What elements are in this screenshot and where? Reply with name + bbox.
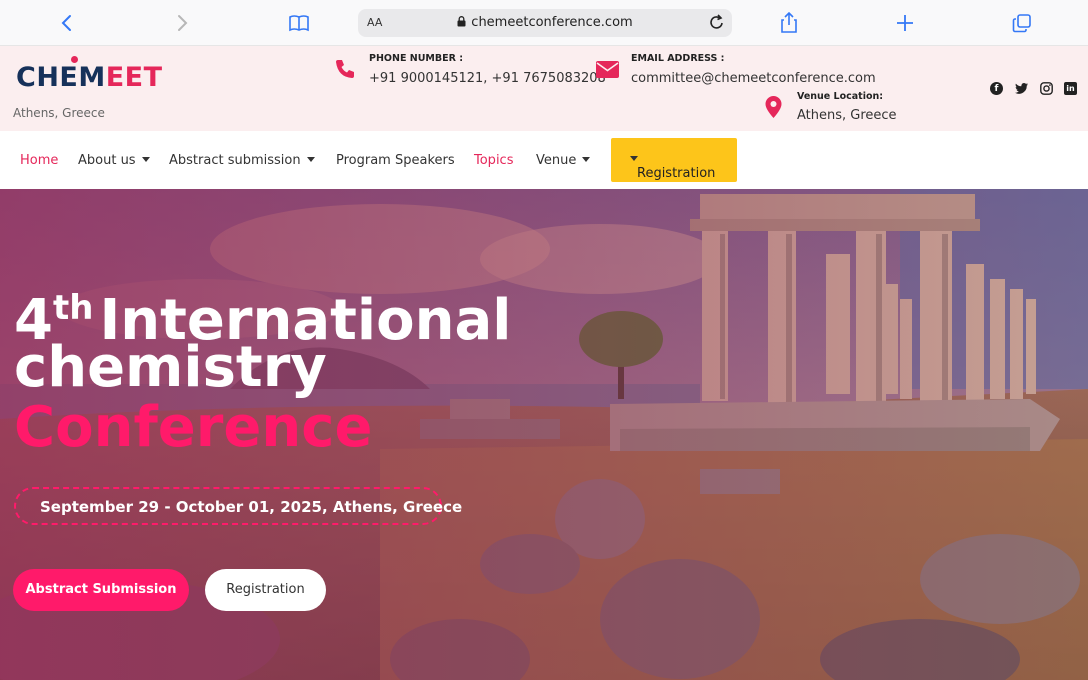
phone-label: PHONE NUMBER :: [369, 53, 464, 64]
registration-button[interactable]: Registration: [205, 569, 326, 611]
nav-item-topics[interactable]: Topics: [474, 153, 513, 168]
hero-title-line3: Conference: [14, 395, 373, 460]
nav-item-abstract-submission[interactable]: Abstract submission: [169, 153, 315, 168]
new-tab-icon[interactable]: [891, 10, 919, 36]
reload-icon[interactable]: [709, 14, 725, 35]
abstract-submission-button[interactable]: Abstract Submission: [13, 569, 189, 611]
chevron-down-icon: [306, 157, 315, 162]
tabs-icon[interactable]: [1008, 10, 1036, 36]
nav-item-program-speakers[interactable]: Program Speakers: [336, 153, 455, 168]
facebook-icon[interactable]: f: [990, 82, 1003, 95]
event-date-text: September 29 - October 01, 2025, Athens,…: [40, 498, 463, 516]
email-value[interactable]: committee@chemeetconference.com: [631, 71, 876, 86]
hero-banner: 4th International chemistry Conference Se…: [0, 189, 1088, 680]
registration-nav-button[interactable]: Registration: [611, 138, 737, 182]
nav-item-venue[interactable]: Venue: [536, 153, 591, 168]
email-icon: [596, 61, 619, 82]
nav-item-label: Venue: [536, 153, 577, 168]
linkedin-icon[interactable]: in: [1064, 82, 1077, 95]
venue-label: Venue Location:: [797, 91, 884, 102]
hero-title-line2: chemistry: [14, 335, 327, 400]
logo-text-eet: EET: [105, 62, 163, 93]
nav-item-home[interactable]: Home: [20, 153, 58, 168]
logo-dot: [71, 56, 78, 63]
email-label: EMAIL ADDRESS :: [631, 53, 725, 64]
site-header: CHEMEET Athens, Greece PHONE NUMBER : +9…: [0, 46, 1088, 131]
twitter-icon[interactable]: [1015, 82, 1028, 95]
chevron-down-icon: [630, 156, 638, 161]
lock-icon: [457, 16, 466, 31]
instagram-icon[interactable]: [1040, 82, 1053, 95]
site-logo[interactable]: CHEMEET: [16, 56, 163, 93]
back-icon[interactable]: [53, 10, 81, 36]
phone-icon: [334, 58, 356, 84]
logo-text-chem: CHEM: [16, 62, 106, 93]
logo-location: Athens, Greece: [13, 106, 105, 120]
nav-item-about-us[interactable]: About us: [78, 153, 150, 168]
browser-toolbar: AA chemeetconference.com: [0, 0, 1088, 46]
main-nav: Home About us Abstract submission Progra…: [0, 131, 1088, 189]
url-text: chemeetconference.com: [471, 15, 633, 30]
phone-value[interactable]: +91 9000145121, +91 7675083208: [369, 71, 606, 86]
share-icon[interactable]: [775, 10, 803, 36]
event-date-pill: September 29 - October 01, 2025, Athens,…: [14, 487, 462, 525]
map-pin-icon: [765, 96, 782, 122]
nav-item-label: Abstract submission: [169, 153, 301, 168]
registration-nav-label: Registration: [637, 166, 716, 181]
venue-value: Athens, Greece: [797, 108, 897, 123]
nav-item-label: About us: [78, 153, 136, 168]
chevron-down-icon: [141, 157, 150, 162]
title-ordinal-suffix: th: [52, 288, 94, 328]
address-bar[interactable]: AA chemeetconference.com: [358, 9, 732, 37]
bookmarks-icon[interactable]: [285, 10, 313, 36]
chevron-down-icon: [582, 157, 591, 162]
forward-icon[interactable]: [168, 10, 196, 36]
